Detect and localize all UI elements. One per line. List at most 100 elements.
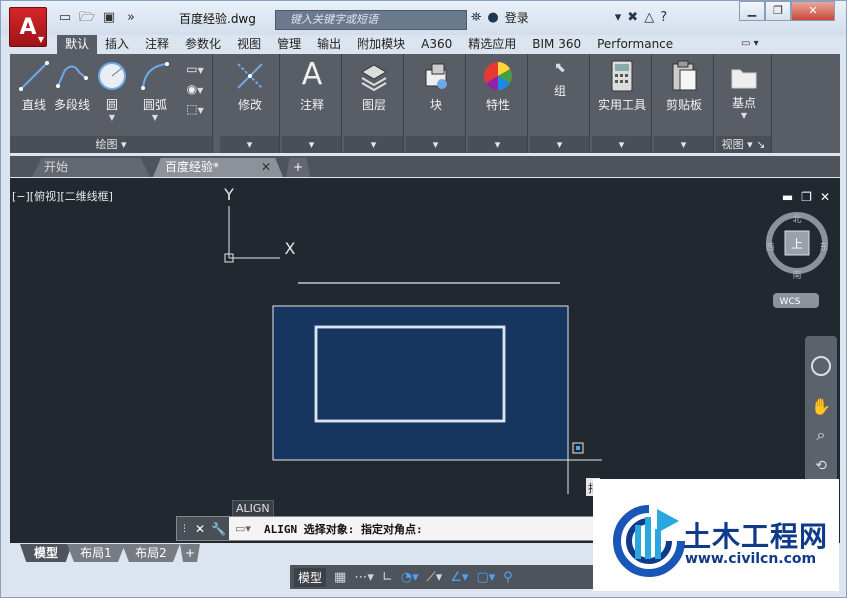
tab-default[interactable]: 默认 (57, 35, 98, 54)
tab-start[interactable]: 开始 (32, 158, 150, 177)
panel-basepoint[interactable]: 基点 ▼ 视图 ▾ ↘ (716, 54, 772, 153)
layers-tool[interactable]: 图层 (352, 60, 396, 113)
annotation-scale-icon[interactable]: ⚲ (503, 570, 513, 585)
tab-annotate[interactable]: 注释 (137, 35, 177, 54)
rectangle-icon[interactable]: ▭▼ (180, 62, 210, 76)
dropdown-icon[interactable]: ▾ (615, 10, 622, 25)
utilities-tool[interactable]: 实用工具 (594, 60, 650, 113)
panel-annotate[interactable]: A 注释 ▾ (282, 54, 342, 153)
tab-file[interactable]: 百度经验* ✕ (153, 158, 283, 177)
wrench-icon[interactable]: 🔧 (211, 522, 226, 536)
exchange-icon[interactable]: ✖ (627, 10, 638, 25)
chevron-down-icon[interactable]: ▼ (720, 111, 768, 120)
line-tool[interactable]: 直线 (16, 60, 52, 113)
maximize-button[interactable]: ❐ (765, 1, 791, 21)
model-space-button[interactable]: 模型 (294, 567, 327, 587)
close-icon[interactable]: ✕ (195, 522, 205, 536)
new-file-icon[interactable]: ▭ (56, 10, 74, 26)
command-line[interactable]: ⋮ ✕ 🔧 ▭▾ ALIGN 选择对象: 指定对角点: (176, 516, 601, 541)
command-prompt-icon[interactable]: ▭▾ (235, 522, 251, 535)
binoculars-icon[interactable]: ⛯ (471, 10, 481, 25)
block-tool[interactable]: 块 (414, 60, 458, 113)
new-tab-button[interactable]: + (286, 158, 310, 177)
search-input[interactable]: 键入关键字或短语 (275, 10, 467, 30)
object-snap-icon[interactable]: ▢▾ (476, 570, 495, 585)
save-icon[interactable]: ▣ (100, 10, 118, 26)
a360-icon[interactable]: △ (644, 10, 654, 25)
tab-view[interactable]: 视图 (229, 35, 269, 54)
circle-tool[interactable]: 圆 ▼ (94, 60, 130, 122)
chevron-down-icon[interactable]: ▾ (468, 136, 527, 153)
modify-tool[interactable]: 修改 (228, 60, 272, 113)
ribbon-minimize-icon[interactable]: ▭ ▾ (741, 38, 759, 49)
panel-draw: 直线 多段线 圆 ▼ 圆弧 ▼ ▭▼ ◉▼ ⬚▼ 绘图 ▾ (10, 54, 213, 153)
clipboard-tool[interactable]: 剪贴板 (658, 60, 710, 113)
tab-featured-apps[interactable]: 精选应用 (460, 35, 524, 54)
close-icon[interactable]: ✕ (261, 158, 271, 177)
panel-properties[interactable]: 特性 ▾ (468, 54, 528, 153)
draw-panel-footer[interactable]: 绘图 ▾ (10, 136, 212, 153)
isodraft-icon[interactable]: ⟋▾ (427, 570, 443, 585)
panel-utilities[interactable]: 实用工具 ▾ (592, 54, 652, 153)
panel-group[interactable]: ⬉ 组 ▾ (530, 54, 590, 153)
login-button[interactable]: 登录 (505, 9, 529, 26)
viewcube[interactable]: 上 北 南 东 西 WCS (765, 212, 829, 308)
tab-insert[interactable]: 插入 (97, 35, 137, 54)
chevron-down-icon[interactable]: ▾ (592, 136, 651, 153)
tab-output[interactable]: 输出 (309, 35, 349, 54)
snap-icon[interactable]: ⋯▾ (354, 570, 374, 585)
grip-icon[interactable]: ⋮ (180, 524, 189, 534)
ortho-icon[interactable]: ∟ (382, 570, 393, 585)
chevron-down-icon[interactable]: ▾ (654, 136, 713, 153)
arc-tool[interactable]: 圆弧 ▼ (136, 60, 174, 122)
open-folder-icon[interactable]: 🗁 (78, 10, 96, 26)
move-icon (237, 63, 263, 89)
folder-icon (731, 69, 757, 89)
grid-icon[interactable]: ▦ (334, 570, 346, 585)
tab-addins[interactable]: 附加模块 (349, 35, 413, 54)
group-tool[interactable]: ⬉ 组 (538, 58, 582, 99)
chevron-down-icon[interactable]: ▼ (136, 113, 174, 122)
chevron-down-icon[interactable]: ▾ (406, 136, 465, 153)
panel-block[interactable]: 块 ▾ (406, 54, 466, 153)
minimize-button[interactable]: ▁ (739, 1, 765, 21)
add-layout-button[interactable]: + (180, 544, 200, 562)
ucs-x-label: X (285, 239, 296, 258)
chevron-down-icon[interactable]: ▾ (530, 136, 589, 153)
panel-clipboard[interactable]: 剪贴板 ▾ (654, 54, 714, 153)
object-snap-tracking-icon[interactable]: ∠▾ (450, 570, 468, 585)
panel-modify[interactable]: 修改 ▾ (220, 54, 280, 153)
user-icon[interactable]: ● (487, 10, 498, 25)
polyline-tool[interactable]: 多段线 (52, 60, 92, 113)
help-icon[interactable]: ? (660, 10, 667, 25)
hatch-icon[interactable]: ◉▼ (180, 82, 210, 96)
tab-a360[interactable]: A360 (413, 35, 460, 54)
boundary-icon[interactable]: ⬚▼ (180, 102, 210, 116)
chevron-down-icon[interactable]: ▾ (282, 136, 341, 153)
view-panel-footer[interactable]: 视图 ▾ ↘ (716, 136, 771, 153)
watermark-emblem-icon (613, 505, 685, 577)
tab-bim360[interactable]: BIM 360 (524, 35, 589, 54)
close-button[interactable]: ✕ (791, 1, 835, 21)
chevron-down-icon[interactable]: ▾ (344, 136, 403, 153)
tab-performance[interactable]: Performance (589, 35, 681, 54)
ucs-y-label: Y (223, 185, 234, 204)
command-history-label: ALIGN (232, 500, 274, 517)
tab-manage[interactable]: 管理 (269, 35, 309, 54)
tab-parametric[interactable]: 参数化 (177, 35, 229, 54)
tab-layout2[interactable]: 布局2 (122, 544, 180, 562)
chevron-down-icon[interactable]: ▾ (220, 136, 279, 153)
tab-model[interactable]: 模型 (20, 544, 72, 562)
more-tools-icon[interactable]: » (122, 10, 140, 26)
block-icon (425, 63, 447, 89)
properties-tool[interactable]: 特性 (476, 60, 520, 113)
watermark-logo: 土木工程网 www.civilcn.com (593, 479, 839, 591)
tab-layout1[interactable]: 布局1 (67, 544, 125, 562)
basepoint-tool[interactable]: 基点 ▼ (720, 64, 768, 120)
polar-icon[interactable]: ◔▾ (401, 570, 419, 585)
annotation-tool[interactable]: A 注释 (290, 58, 334, 113)
panel-layers[interactable]: 图层 ▾ (344, 54, 404, 153)
application-menu-button[interactable]: A ▼ (9, 7, 47, 47)
navigation-bar[interactable]: ✋ ⌕ ⟲ (805, 336, 837, 486)
chevron-down-icon[interactable]: ▼ (94, 113, 130, 122)
